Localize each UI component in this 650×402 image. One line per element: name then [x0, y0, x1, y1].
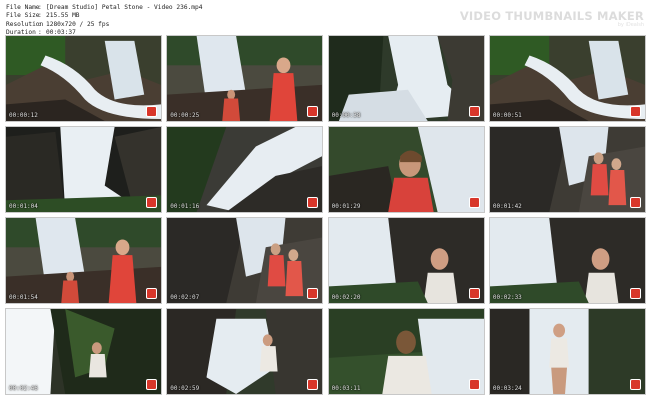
- studio-logo-icon: [629, 197, 641, 208]
- timestamp: 00:03:24: [492, 385, 522, 392]
- frame-image: [328, 309, 484, 394]
- studio-logo-icon: [146, 197, 157, 208]
- studio-logo-icon: [146, 379, 157, 390]
- timestamp: 00:00:38: [331, 112, 361, 119]
- frame-image: [328, 127, 484, 212]
- studio-logo-icon: [307, 379, 319, 390]
- file-name-label: File Name: [6, 4, 40, 11]
- thumbnail-frame: 00:03:11: [327, 308, 485, 395]
- timestamp: 00:01:16: [170, 203, 200, 210]
- separator: :: [38, 12, 42, 20]
- frame-image: [489, 218, 645, 303]
- timestamp: 00:03:11: [331, 385, 361, 392]
- file-info: File Name: [Dream Studio] Petal Stone - V…: [6, 4, 202, 38]
- timestamp: 00:02:20: [331, 294, 361, 301]
- frame-image: [167, 127, 323, 212]
- frame-image: [6, 127, 161, 212]
- thumbnail-frame: 00:03:24: [488, 308, 646, 395]
- thumbnail-frame: 00:00:25: [166, 35, 324, 122]
- file-size-label: File Size: [6, 12, 40, 20]
- thumbnail-frame: 00:01:42: [488, 126, 646, 213]
- studio-logo-icon: [468, 288, 480, 299]
- timestamp: 00:02:07: [170, 294, 200, 301]
- studio-logo-icon: [468, 197, 480, 208]
- frame-image: [6, 309, 161, 394]
- timestamp: 00:01:54: [9, 294, 38, 301]
- timestamp: 00:00:12: [9, 112, 38, 119]
- studio-logo-icon: [468, 379, 480, 390]
- studio-logo-icon: [468, 106, 480, 117]
- thumbnail-frame: 00:00:51: [488, 35, 646, 122]
- frame-image: [489, 36, 645, 121]
- brand-subtitle: by iDealsh: [617, 22, 644, 28]
- timestamp: 00:02:59: [170, 385, 200, 392]
- resolution-label: Resolution: [6, 20, 44, 28]
- frame-image: [489, 309, 645, 394]
- file-size-value: 215.55 MB: [46, 12, 80, 20]
- thumbnail-frame: 00:01:29: [327, 126, 485, 213]
- timestamp: 00:00:51: [492, 112, 522, 119]
- brand-watermark: VIDEO THUMBNAILS MAKER: [459, 9, 644, 23]
- thumbnail-frame: 00:01:16: [166, 126, 324, 213]
- timestamp: 00:01:29: [331, 203, 361, 210]
- studio-logo-icon: [629, 288, 641, 299]
- timestamp: 00:00:25: [170, 112, 200, 119]
- thumbnail-frame: 00:02:20: [327, 217, 485, 304]
- thumbnail-frame: 00:00:38: [327, 35, 485, 122]
- resolution-row: Resolution:1280x720 / 25 fps: [6, 21, 202, 29]
- timestamp: 00:01:42: [492, 203, 522, 210]
- file-size-row: File Size:215.55 MB: [6, 12, 202, 20]
- thumbnail-frame: 00:01:04: [5, 126, 162, 213]
- thumbnail-frame: 00:02:07: [166, 217, 324, 304]
- thumbnail-frame: 00:02:33: [488, 217, 646, 304]
- thumbnail-frame: 00:02:46: [5, 308, 162, 395]
- timestamp: 00:02:46: [9, 385, 38, 392]
- frame-image: [328, 36, 484, 121]
- thumbnail-frame: 00:01:54: [5, 217, 162, 304]
- thumbnail-frame: 00:02:59: [166, 308, 324, 395]
- studio-logo-icon: [629, 106, 641, 117]
- frame-image: [489, 127, 645, 212]
- studio-logo-icon: [307, 197, 319, 208]
- timestamp: 00:01:04: [9, 203, 38, 210]
- resolution-value: 1280x720 / 25 fps: [46, 20, 110, 28]
- thumbnail-grid: 00:00:12 00:00:25 00:00:38 00:00:51 00:0…: [5, 35, 646, 398]
- separator: :: [38, 4, 42, 11]
- frame-image: [167, 309, 323, 394]
- thumbnail-frame: 00:00:12: [5, 35, 162, 122]
- file-name-row: File Name: [Dream Studio] Petal Stone - V…: [6, 4, 202, 12]
- frame-image: [167, 218, 323, 303]
- separator: :: [38, 20, 42, 28]
- frame-image: [328, 218, 484, 303]
- studio-logo-icon: [307, 106, 319, 117]
- studio-logo-icon: [146, 106, 157, 117]
- frame-image: [6, 36, 161, 121]
- file-name-value: [Dream Studio] Petal Stone - Video 236.m…: [46, 4, 203, 11]
- studio-logo-icon: [307, 288, 319, 299]
- frame-image: [6, 218, 161, 303]
- timestamp: 00:02:33: [492, 294, 522, 301]
- studio-logo-icon: [629, 379, 641, 390]
- studio-logo-icon: [146, 288, 157, 299]
- frame-image: [167, 36, 323, 121]
